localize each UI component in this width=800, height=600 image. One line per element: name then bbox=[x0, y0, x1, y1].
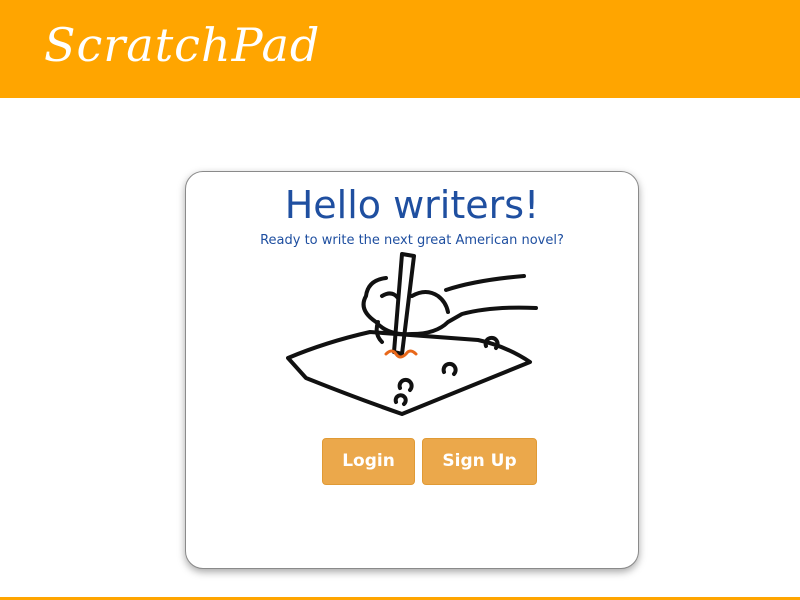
page-subtitle: Ready to write the next great American n… bbox=[260, 233, 564, 248]
page-title: Hello writers! bbox=[284, 183, 540, 227]
hand-writing-on-notepad-icon bbox=[286, 252, 538, 416]
welcome-card: Hello writers! Ready to write the next g… bbox=[185, 171, 639, 569]
login-button[interactable]: Login bbox=[322, 438, 415, 485]
app-logo[interactable]: ScratchPad bbox=[44, 14, 320, 76]
header-bar: ScratchPad bbox=[0, 0, 800, 98]
sign-up-button[interactable]: Sign Up bbox=[422, 438, 537, 485]
